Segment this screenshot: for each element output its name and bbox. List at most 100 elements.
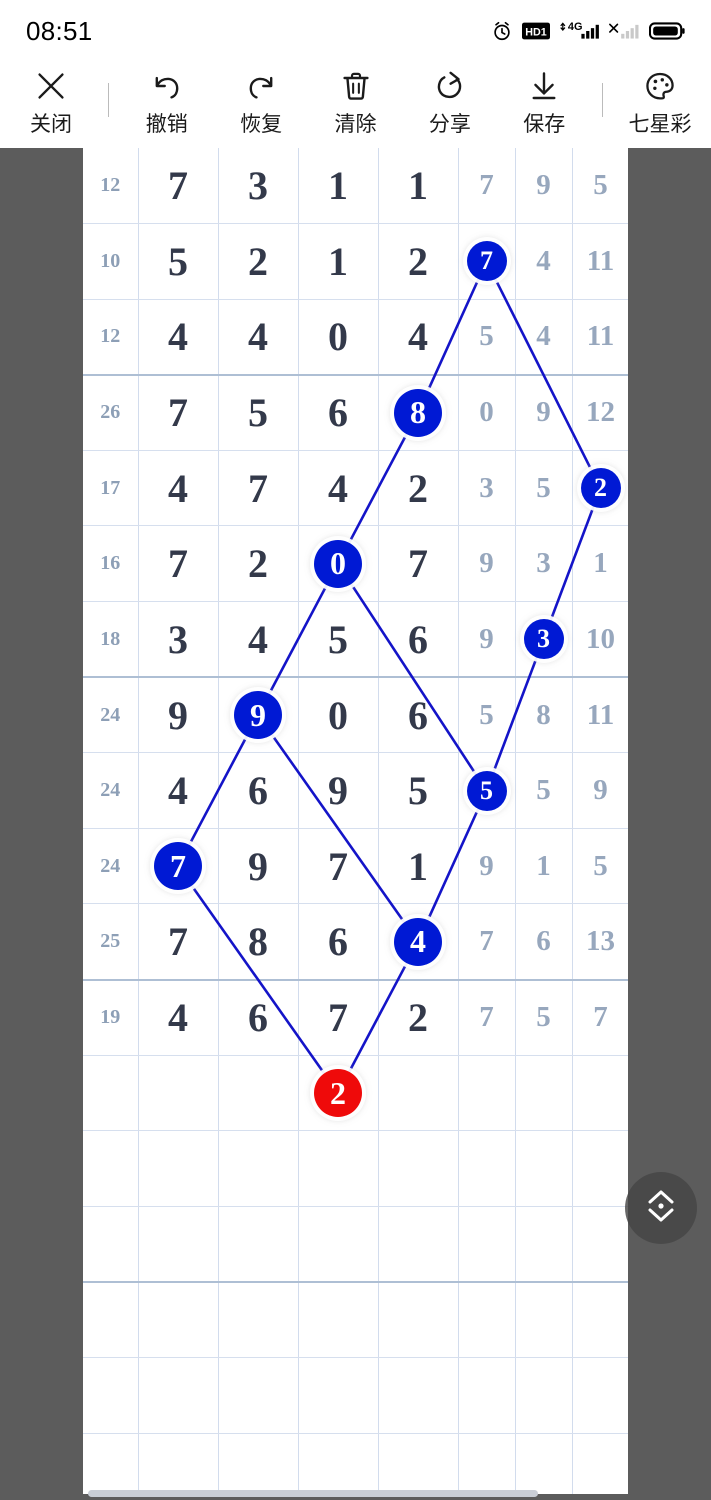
table-row[interactable]: 2499065811 <box>83 677 628 754</box>
cell-main-2[interactable]: 6 <box>298 374 379 451</box>
scroll-jump-button[interactable] <box>625 1172 697 1244</box>
cell-main-0[interactable] <box>138 1206 219 1283</box>
cell-main-2[interactable]: 0 <box>298 677 379 754</box>
cell-side-1[interactable] <box>515 1130 573 1207</box>
cell-main-2[interactable]: 0 <box>298 299 379 376</box>
cell-main-2[interactable] <box>298 1206 379 1283</box>
cell-main-1[interactable]: 4 <box>218 601 299 679</box>
cell-main-3[interactable]: 2 <box>378 223 459 300</box>
cell-side-2[interactable] <box>572 1281 628 1358</box>
cell-main-2[interactable] <box>298 1357 379 1434</box>
cell-side-2[interactable]: 13 <box>572 903 628 981</box>
cell-main-3[interactable] <box>378 1433 459 1494</box>
cell-main-1[interactable] <box>218 1433 299 1494</box>
save-button[interactable]: 保存 <box>507 69 581 138</box>
table-row[interactable] <box>83 1357 628 1434</box>
trend-marker[interactable]: 7 <box>466 241 507 282</box>
table-row[interactable]: 174742352 <box>83 450 628 527</box>
cell-main-1[interactable]: 3 <box>218 148 299 225</box>
cell-side-0[interactable] <box>457 1281 516 1358</box>
cell-main-3[interactable] <box>378 1357 459 1434</box>
cell-side-1[interactable] <box>515 1055 573 1132</box>
share-button[interactable]: 分享 <box>413 69 487 138</box>
cell-main-1[interactable] <box>218 1130 299 1207</box>
cell-side-0[interactable]: 7 <box>457 903 516 981</box>
trend-chart-grid[interactable]: 1273117951052127411124404541126756809121… <box>83 148 628 1494</box>
cell-side-1[interactable]: 4 <box>515 299 573 376</box>
cell-main-1[interactable]: 9 <box>218 828 299 905</box>
cell-main-1[interactable] <box>218 1206 299 1283</box>
cell-side-1[interactable] <box>515 1357 573 1434</box>
cell-main-1[interactable]: 6 <box>218 752 299 829</box>
cell-side-2[interactable] <box>572 1206 628 1283</box>
trend-marker[interactable]: 5 <box>466 770 507 811</box>
cell-main-0[interactable]: 4 <box>138 450 219 527</box>
cell-side-0[interactable]: 7 <box>457 979 516 1056</box>
cell-main-0[interactable] <box>138 1130 219 1207</box>
clear-button[interactable]: 清除 <box>319 69 393 138</box>
cell-side-0[interactable] <box>457 1433 516 1494</box>
cell-main-0[interactable] <box>138 1433 219 1494</box>
cell-main-3[interactable]: 4 <box>378 299 459 376</box>
cell-main-0[interactable]: 7 <box>138 148 219 225</box>
trend-marker[interactable]: 7 <box>154 842 202 891</box>
cell-side-1[interactable]: 5 <box>515 752 573 829</box>
cell-side-1[interactable]: 8 <box>515 677 573 754</box>
cell-side-0[interactable]: 9 <box>457 828 516 905</box>
cell-main-2[interactable]: 1 <box>298 223 379 300</box>
trend-marker[interactable]: 2 <box>580 468 621 509</box>
cell-main-1[interactable]: 4 <box>218 299 299 376</box>
cell-main-1[interactable] <box>218 1281 299 1358</box>
cell-main-2[interactable]: 7 <box>298 828 379 905</box>
cell-side-2[interactable]: 11 <box>572 677 628 754</box>
cell-main-1[interactable]: 6 <box>218 979 299 1056</box>
cell-main-3[interactable]: 6 <box>378 601 459 679</box>
cell-main-2[interactable] <box>298 1281 379 1358</box>
cell-side-1[interactable]: 9 <box>515 148 573 225</box>
cell-main-3[interactable]: 1 <box>378 828 459 905</box>
cell-main-0[interactable]: 3 <box>138 601 219 679</box>
cell-main-2[interactable] <box>298 1130 379 1207</box>
cell-main-1[interactable]: 5 <box>218 374 299 451</box>
cell-side-1[interactable]: 3 <box>515 525 573 603</box>
cell-main-1[interactable]: 2 <box>218 223 299 300</box>
cell-side-2[interactable]: 12 <box>572 374 628 451</box>
cell-side-1[interactable]: 1 <box>515 828 573 905</box>
cell-side-2[interactable]: 1 <box>572 525 628 603</box>
cell-side-2[interactable]: 5 <box>572 148 628 225</box>
table-row[interactable] <box>83 1130 628 1207</box>
cell-side-0[interactable] <box>457 1055 516 1132</box>
cell-main-0[interactable]: 4 <box>138 299 219 376</box>
cell-side-1[interactable]: 5 <box>515 979 573 1056</box>
cell-side-0[interactable] <box>457 1357 516 1434</box>
cell-main-0[interactable] <box>138 1281 219 1358</box>
cell-main-2[interactable]: 7 <box>298 979 379 1056</box>
cell-main-0[interactable] <box>138 1357 219 1434</box>
table-row[interactable]: 2675680912 <box>83 374 628 451</box>
cell-main-0[interactable] <box>138 1055 219 1132</box>
cell-main-3[interactable] <box>378 1206 459 1283</box>
cell-main-0[interactable]: 7 <box>138 374 219 451</box>
cell-side-0[interactable]: 3 <box>457 450 516 527</box>
table-row[interactable]: 1052127411 <box>83 223 628 300</box>
cell-side-0[interactable]: 5 <box>457 677 516 754</box>
cell-side-0[interactable] <box>457 1130 516 1207</box>
close-button[interactable]: 关闭 <box>14 69 88 138</box>
undo-button[interactable]: 撤销 <box>130 69 204 138</box>
cell-side-2[interactable] <box>572 1055 628 1132</box>
cell-main-3[interactable]: 6 <box>378 677 459 754</box>
cell-side-0[interactable]: 9 <box>457 525 516 603</box>
cell-side-1[interactable]: 4 <box>515 223 573 300</box>
cell-side-2[interactable]: 7 <box>572 979 628 1056</box>
cell-side-2[interactable]: 11 <box>572 299 628 376</box>
cell-main-1[interactable] <box>218 1055 299 1132</box>
cell-main-3[interactable]: 5 <box>378 752 459 829</box>
horizontal-scrollbar[interactable] <box>88 1490 538 1497</box>
cell-side-2[interactable] <box>572 1433 628 1494</box>
cell-side-2[interactable]: 9 <box>572 752 628 829</box>
trend-marker[interactable]: 0 <box>314 539 362 588</box>
table-row[interactable] <box>83 1433 628 1494</box>
cell-main-1[interactable] <box>218 1357 299 1434</box>
table-row[interactable]: 244695559 <box>83 752 628 829</box>
cell-side-2[interactable]: 10 <box>572 601 628 679</box>
